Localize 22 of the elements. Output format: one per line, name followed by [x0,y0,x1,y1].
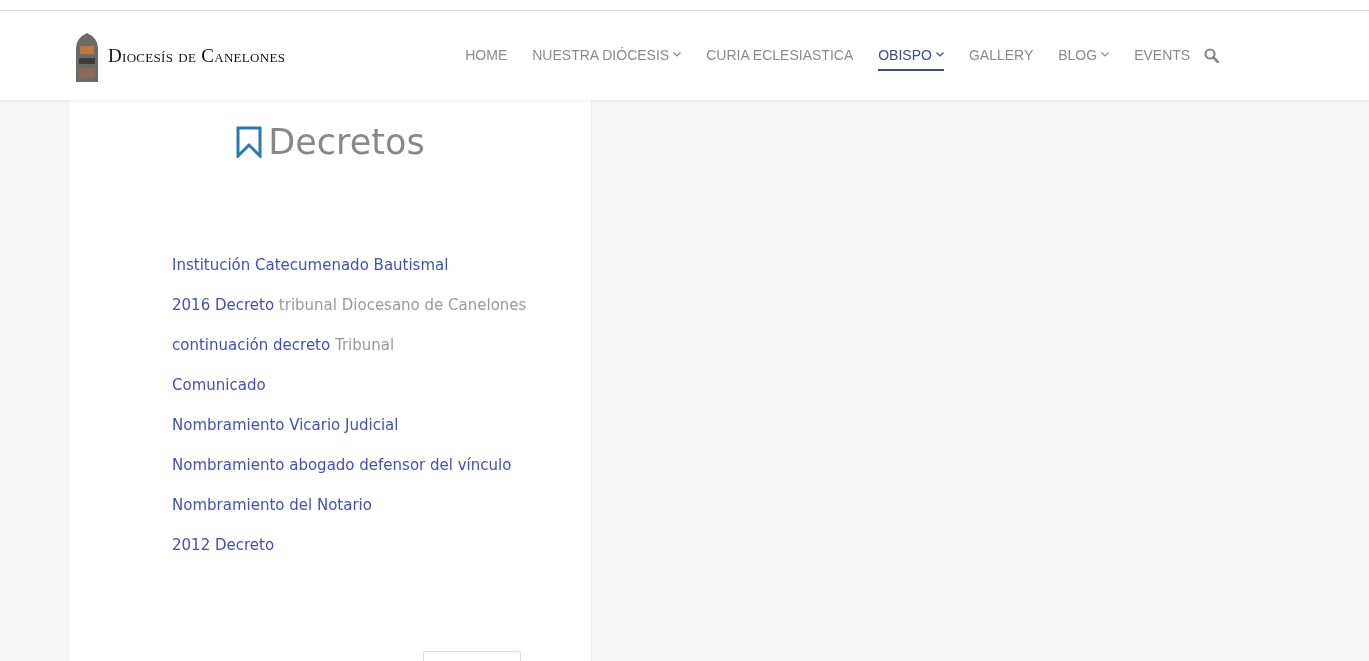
site-logo[interactable]: Diocesís de Canelones [70,29,286,82]
list-entry: continuación decreto Tribunal [172,335,396,356]
decree-link[interactable]: Comunicado [172,376,266,394]
nav-link[interactable]: NUESTRA DIÓCESIS [532,40,682,71]
chevron-down-icon [673,52,682,57]
bookmark-icon [236,126,263,158]
nav-link[interactable]: OBISPO [878,40,944,71]
decree-link[interactable]: Nombramiento Vicario Judicial [172,416,399,434]
nav-link[interactable]: BLOG [1058,40,1110,71]
panel-title: Decretos [268,122,425,162]
logo-text: Diocesís de Canelones [108,44,286,67]
nav-link[interactable]: CURIA ECLESIASTICA [706,40,854,71]
decree-link[interactable]: 2016 Decreto [172,296,275,314]
decree-link[interactable]: 2012 Decreto [172,536,275,554]
chevron-down-icon [1101,52,1110,57]
chevron-down-icon [935,52,944,57]
search-icon[interactable] [1204,48,1220,63]
decree-link[interactable]: Nombramiento del Notario [172,496,372,514]
decree-link[interactable]: Nombramiento abogado defensor del vínculo [172,456,512,474]
decree-link[interactable]: continuación decreto [172,336,331,354]
decree-link[interactable]: Institución Catecumenado Bautismal [172,256,449,274]
list-entry: 2016 Decreto tribunal Diocesano de Canelones [172,295,528,316]
